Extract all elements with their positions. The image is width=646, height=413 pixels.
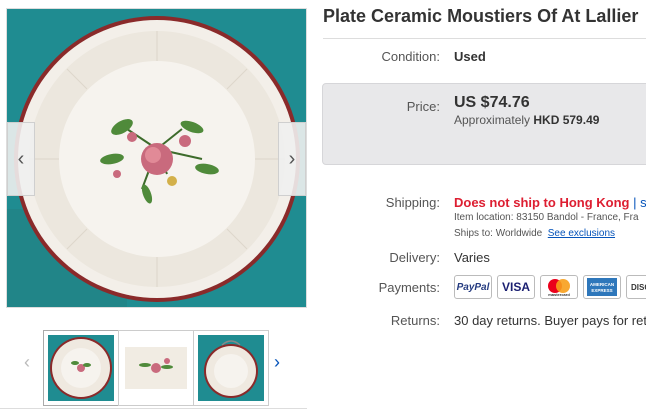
visa-icon: VISA (497, 275, 535, 299)
price-label: Price: (406, 99, 440, 114)
ships-to-value: Worldwide (495, 228, 543, 239)
amex-icon: AMERICAN EXPRESS (583, 275, 621, 299)
svg-text:mastercard: mastercard (548, 292, 570, 297)
mastercard-icon: mastercard (540, 275, 578, 299)
condition-label: Condition: (381, 49, 440, 64)
previous-image-button[interactable]: ‹ (7, 122, 35, 196)
returns-value: 30 day returns. Buyer pays for ret (454, 313, 646, 328)
item-location-label: Item location: (454, 212, 514, 223)
item-location: Item location: 83150 Bandol - France, Fr… (454, 212, 639, 223)
ships-to: Ships to: Worldwide See exclusions (454, 228, 615, 239)
svg-text:EXPRESS: EXPRESS (591, 288, 612, 293)
thumbnail-image (48, 335, 114, 401)
main-image-viewer[interactable]: ‹ › (6, 8, 307, 308)
shipping-label: Shipping: (385, 195, 440, 210)
delivery-value: Varies (454, 250, 490, 265)
listing-title: Plate Ceramic Moustiers Of At Lallier (323, 6, 639, 26)
see-exclusions-link[interactable]: See exclusions (548, 228, 615, 239)
svg-text:AMERICAN: AMERICAN (590, 282, 614, 287)
thumbnail-image (198, 335, 264, 401)
shipping-value: Does not ship to Hong Kong | se (454, 195, 646, 210)
thumbnail-2[interactable] (118, 330, 194, 406)
shipping-details-link[interactable]: | se (633, 195, 646, 210)
divider (323, 38, 646, 39)
thumbnail-1[interactable] (43, 330, 119, 406)
price-value: US $74.76 (454, 94, 530, 111)
thumbnail-next-icon[interactable]: › (274, 352, 280, 373)
thumbnail-prev-icon[interactable]: ‹ (24, 352, 30, 373)
shipping-warning: Does not ship to Hong Kong (454, 195, 630, 210)
paypal-icon: PayPal (454, 275, 492, 299)
ships-to-label: Ships to: (454, 228, 493, 239)
chevron-left-icon: ‹ (17, 147, 25, 170)
thumbnail-image (123, 335, 189, 401)
returns-label: Returns: (390, 313, 440, 328)
condition-value: Used (454, 49, 486, 64)
approx-prefix: Approximately (454, 113, 534, 127)
chevron-right-icon: › (288, 147, 296, 170)
discover-icon: DISCO (626, 275, 646, 299)
delivery-label: Delivery: (389, 250, 440, 265)
item-location-value: 83150 Bandol - France, Fra (516, 212, 639, 223)
thumbnail-strip: ‹ › (6, 330, 306, 408)
thumbnail-3[interactable] (193, 330, 269, 406)
divider (0, 408, 307, 409)
approx-value: HKD 579.49 (533, 113, 600, 127)
next-image-button[interactable]: › (278, 122, 306, 196)
payments-label: Payments: (378, 280, 440, 295)
approximate-price: Approximately HKD 579.49 (454, 113, 599, 127)
main-product-image (7, 9, 306, 307)
payment-methods: PayPal VISA mastercard AMERICAN EXPRESS … (454, 275, 646, 299)
